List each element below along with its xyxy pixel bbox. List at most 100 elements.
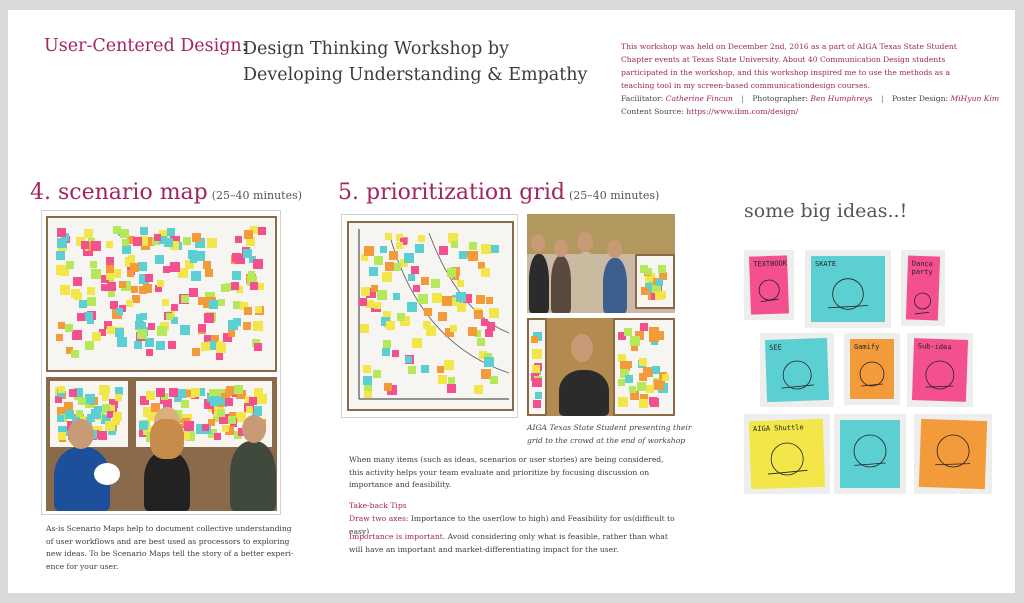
prioritization-grid-photo: [347, 221, 514, 411]
sticky-note: [253, 321, 263, 331]
sticky-note: [243, 322, 251, 330]
facilitator-name: Catherine Fincun: [665, 94, 733, 103]
sticky-note: [377, 290, 387, 300]
tip-2-label: Importance is important.: [349, 532, 446, 541]
sticky-note: [78, 397, 86, 405]
title-accent: User-Centered Design:: [44, 36, 248, 56]
sticky-note: [60, 285, 70, 295]
sticky-note: [108, 290, 115, 297]
content-source-label: Content Source:: [621, 107, 684, 116]
sticky-note: [91, 409, 101, 419]
sticky-note: [65, 324, 73, 332]
sticky-note: [253, 259, 263, 269]
sticky-note: [361, 287, 370, 296]
content-source-link[interactable]: https://www.ibm.com/design/: [686, 107, 798, 116]
paper-plate: [94, 463, 120, 485]
wall-board: [527, 318, 547, 416]
sticky-note: [131, 286, 138, 293]
sticky-note: [58, 432, 66, 440]
doodle-sketch: [859, 361, 885, 387]
sticky-note: [130, 263, 139, 272]
sticky-note: [234, 385, 243, 394]
sticky-note: [168, 341, 176, 349]
sticky-note: [171, 304, 178, 311]
sticky-note: [74, 292, 82, 300]
sticky-note: [360, 324, 369, 333]
sticky-note: [477, 338, 485, 346]
student-figure: [529, 254, 549, 313]
sticky-note: [532, 365, 540, 373]
sticky-note: [257, 283, 264, 290]
sticky-note: [442, 296, 452, 306]
credits: Facilitator: Catherine Fincun | Photogra…: [621, 92, 1001, 118]
student-figure: [559, 370, 609, 416]
sticky-note: [56, 251, 65, 260]
sticky-note: [248, 271, 255, 278]
page-title: Design Thinking Workshop by Developing U…: [243, 39, 588, 85]
sticky-note: [216, 353, 223, 360]
sticky-note: [216, 343, 226, 353]
sticky-note: [444, 360, 454, 370]
sticky-note: [154, 234, 161, 241]
sticky-note: [222, 425, 229, 432]
sticky-note: [640, 323, 648, 331]
sticky-note: [155, 255, 164, 264]
sticky-note: [203, 261, 211, 269]
sticky-note: [209, 300, 218, 309]
sticky-note: [244, 230, 253, 239]
sticky-note: [69, 389, 77, 397]
sticky-note: [217, 409, 225, 417]
sticky-note: [132, 295, 140, 303]
student-head: [607, 240, 622, 258]
sticky-note: [145, 274, 153, 282]
title-accent-text: User-Centered Design: [44, 36, 242, 56]
section-5-heading: 5. prioritization grid (25–40 minutes): [338, 180, 659, 205]
sticky-note: [202, 424, 209, 431]
sticky-note: [457, 280, 464, 287]
sticky-note: [243, 249, 252, 258]
sticky-note: [228, 330, 235, 337]
student-figure: [551, 256, 571, 313]
sticky-note: [228, 416, 236, 424]
tip-1-label: Draw two axes:: [349, 514, 409, 523]
sticky-note: [146, 349, 153, 356]
doodle-sketch: [758, 279, 780, 303]
sticky-note: [106, 265, 114, 273]
sticky-note: [382, 348, 390, 356]
sticky-note: [629, 386, 636, 393]
idea-label: TEXTBOOK: [753, 259, 788, 269]
sticky-note: [191, 388, 200, 397]
idea-photo: [914, 414, 992, 494]
sticky-note: [484, 357, 494, 367]
sticky-note: [485, 329, 493, 337]
presentation-photo-caption: AIGA Texas State Student presenting thei…: [527, 423, 692, 445]
sticky-note: [189, 288, 198, 297]
sticky-note: [56, 265, 66, 275]
sticky-note: [214, 433, 221, 440]
prioritization-grid-photo-frame: [341, 214, 518, 418]
sticky-note: [254, 388, 263, 397]
sticky-note: [486, 297, 493, 304]
sticky-note: [77, 313, 85, 321]
photographer-label: Photographer:: [752, 94, 808, 103]
sticky-note: [204, 313, 214, 323]
sticky-note: [84, 229, 93, 238]
sticky-note: [148, 323, 155, 330]
idea-label: Dance party: [911, 259, 934, 277]
sticky-note: [79, 300, 87, 308]
idea-sticky-note: TEXTBOOK: [748, 255, 790, 315]
idea-sticky-note: Sub-idea: [911, 338, 969, 402]
wall-board: [635, 254, 675, 309]
sticky-note: [98, 431, 107, 440]
sticky-note: [421, 277, 429, 285]
sticky-note: [106, 241, 113, 248]
sticky-note: [156, 341, 165, 350]
sticky-note: [126, 300, 133, 307]
sticky-note: [481, 319, 488, 326]
sticky-note: [169, 388, 178, 397]
sticky-note: [166, 313, 173, 320]
sticky-note: [90, 261, 97, 268]
doodle-sketch: [914, 292, 931, 315]
sticky-note: [72, 330, 82, 340]
sticky-note: [246, 406, 253, 413]
